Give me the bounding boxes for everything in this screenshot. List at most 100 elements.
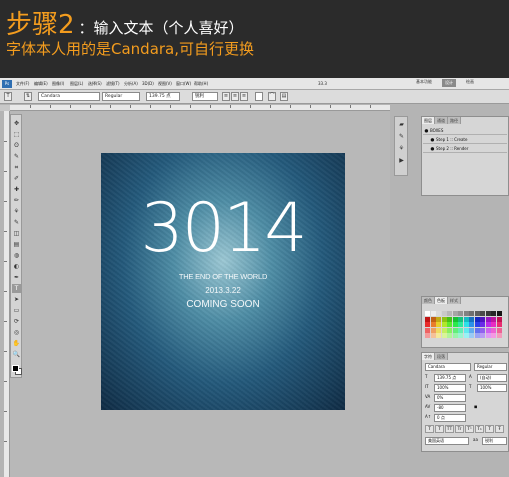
color-swatch[interactable] (452, 333, 458, 338)
visibility-eye-icon[interactable]: ● (429, 146, 436, 154)
color-swatch[interactable] (496, 311, 502, 316)
shape-icon[interactable]: ▭ (12, 306, 21, 315)
color-swatch[interactable] (474, 316, 480, 322)
menu-select[interactable]: 选择(S) (88, 81, 102, 87)
tab-styles[interactable]: 样式 (448, 297, 461, 304)
color-swatch[interactable] (496, 316, 502, 322)
color-swatch[interactable] (474, 327, 480, 333)
color-swatch[interactable] (430, 333, 436, 338)
color-swatch[interactable] (480, 316, 485, 322)
tab-paragraph[interactable]: 段落 (435, 353, 448, 360)
color-swatch[interactable] (458, 327, 463, 333)
color-swatch[interactable] (463, 322, 469, 327)
color-swatch[interactable] (447, 327, 452, 333)
menu-filter[interactable]: 滤镜(T) (106, 81, 120, 87)
menu-view[interactable]: 视图(V) (158, 81, 172, 87)
actions-panel-icon[interactable]: ▶ (397, 157, 406, 165)
menu-layer[interactable]: 图层(L) (70, 81, 83, 87)
menu-window[interactable]: 窗口(W) (176, 81, 191, 87)
hand-icon[interactable]: ✋ (12, 339, 21, 348)
color-swatch[interactable] (480, 333, 485, 338)
type-style-button[interactable]: T¹ (465, 425, 474, 433)
font-family-select[interactable]: Candara (38, 92, 100, 101)
menu-file[interactable]: 文件(F) (16, 81, 29, 87)
color-swatch[interactable] (491, 311, 496, 316)
move-icon[interactable]: ✥ (12, 119, 21, 128)
visibility-eye-icon[interactable]: ● (423, 128, 430, 136)
gradient-icon[interactable]: ▤ (12, 240, 21, 249)
clone-source-icon[interactable]: ⚘ (397, 145, 406, 153)
color-swatch[interactable] (447, 333, 452, 338)
color-swatch[interactable] (425, 311, 430, 316)
color-swatch[interactable] (436, 333, 441, 338)
color-swatch[interactable] (463, 316, 469, 322)
type-style-button[interactable]: T (425, 425, 434, 433)
tab-paths[interactable]: 路径 (448, 117, 461, 124)
crop-icon[interactable]: ⌗ (12, 163, 21, 172)
color-swatch[interactable] (441, 322, 447, 327)
align-left-icon[interactable]: ≡ (222, 92, 230, 101)
char-font-size[interactable]: 139.75 点 (434, 374, 466, 382)
text-orientation-icon[interactable]: ⇅ (24, 92, 32, 101)
zoom-icon[interactable]: 🔍 (12, 350, 21, 359)
color-swatch[interactable] (430, 322, 436, 327)
color-swatch[interactable] (430, 327, 436, 333)
text-color-swatch[interactable] (255, 92, 263, 101)
color-swatch[interactable] (480, 327, 485, 333)
color-swatch[interactable] (436, 322, 441, 327)
color-swatch[interactable] (491, 322, 496, 327)
color-swatch[interactable] (491, 333, 496, 338)
workspace-essentials[interactable]: 基本功能 (416, 79, 432, 85)
type-style-button[interactable]: T₁ (475, 425, 484, 433)
color-swatch[interactable] (458, 322, 463, 327)
color-swatch[interactable] (425, 327, 430, 333)
antialias-select[interactable]: 锐利 (192, 92, 218, 101)
type-style-button[interactable]: Tr (455, 425, 464, 433)
stamp-icon[interactable]: ⚘ (12, 207, 21, 216)
char-leading[interactable]: (自动) (477, 374, 507, 382)
color-swatch[interactable] (425, 333, 430, 338)
color-swatch[interactable] (452, 311, 458, 316)
color-swatch[interactable] (463, 311, 469, 316)
color-swatch[interactable] (469, 311, 474, 316)
color-swatch[interactable] (480, 322, 485, 327)
align-center-icon[interactable]: ≡ (231, 92, 239, 101)
visibility-eye-icon[interactable]: ● (429, 137, 436, 145)
align-right-icon[interactable]: ≡ (240, 92, 248, 101)
color-swatch[interactable] (447, 316, 452, 322)
color-swatch[interactable] (474, 333, 480, 338)
color-swatch[interactable] (441, 327, 447, 333)
color-swatch[interactable] (496, 333, 502, 338)
color-swatch[interactable] (480, 311, 485, 316)
type-style-button[interactable]: TT (445, 425, 454, 433)
color-swatch[interactable] (425, 316, 430, 322)
type-tool-icon[interactable]: T (4, 92, 12, 101)
color-swatch[interactable] (441, 316, 447, 322)
type-icon[interactable]: T (12, 284, 21, 293)
char-antialias[interactable]: 锐利 (482, 437, 507, 445)
color-swatch[interactable] (458, 311, 463, 316)
blur-icon[interactable]: ◍ (12, 251, 21, 260)
workspace-design[interactable]: 设计 (442, 79, 456, 87)
char-tracking[interactable]: -80 (434, 404, 466, 412)
layer-group-row[interactable]: ● BOXES (423, 127, 507, 135)
char-language[interactable]: 美国英语 (425, 437, 469, 445)
tab-swatches[interactable]: 色板 (435, 297, 448, 304)
color-swatch[interactable] (485, 327, 491, 333)
color-swatch[interactable] (496, 322, 502, 327)
color-swatch[interactable] (491, 327, 496, 333)
char-font-family[interactable]: Candara (425, 363, 471, 371)
menu-image[interactable]: 图像(I) (52, 81, 64, 87)
color-swatch[interactable] (485, 333, 491, 338)
tab-channels[interactable]: 通道 (435, 117, 448, 124)
color-swatch[interactable] (463, 333, 469, 338)
color-swatch[interactable] (458, 316, 463, 322)
eraser-icon[interactable]: ◫ (12, 229, 21, 238)
char-baseline[interactable]: 0 点 (434, 414, 466, 422)
brush-icon[interactable]: ✏ (12, 196, 21, 205)
warp-text-icon[interactable]: ⌒ (268, 92, 276, 101)
menu-edit[interactable]: 编辑(E) (34, 81, 48, 87)
color-swatch[interactable] (436, 311, 441, 316)
tab-character[interactable]: 字符 (422, 353, 435, 360)
color-swatch[interactable] (469, 322, 474, 327)
